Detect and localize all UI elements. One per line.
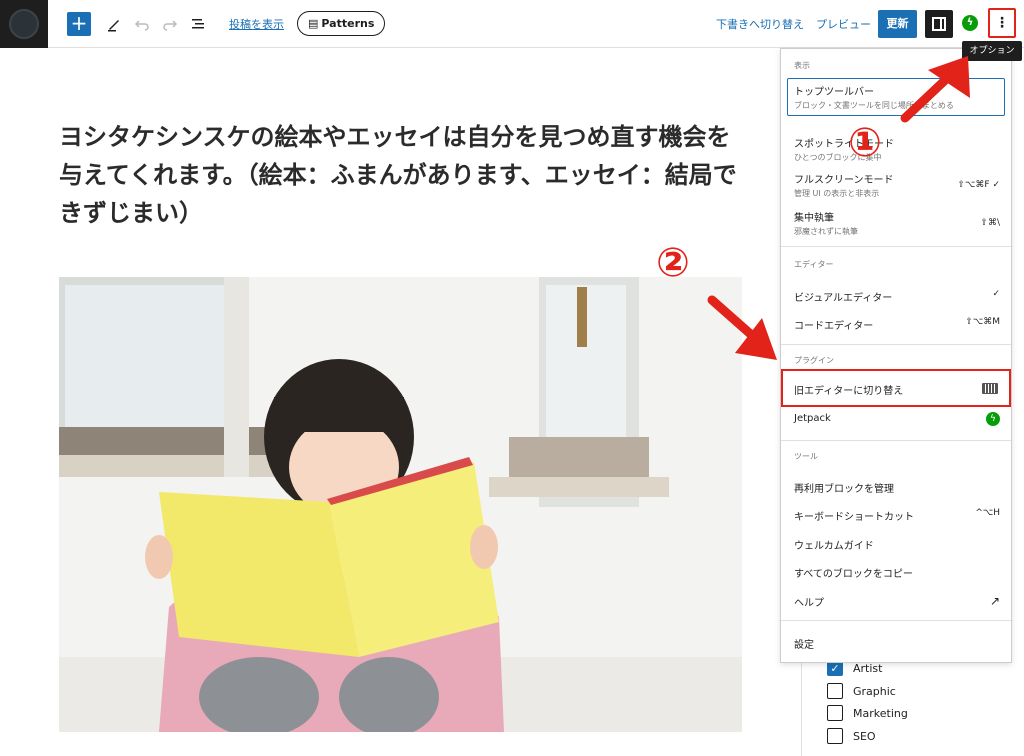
- annotation-arrow-2: [707, 295, 760, 343]
- annotation-arrows: [707, 56, 970, 360]
